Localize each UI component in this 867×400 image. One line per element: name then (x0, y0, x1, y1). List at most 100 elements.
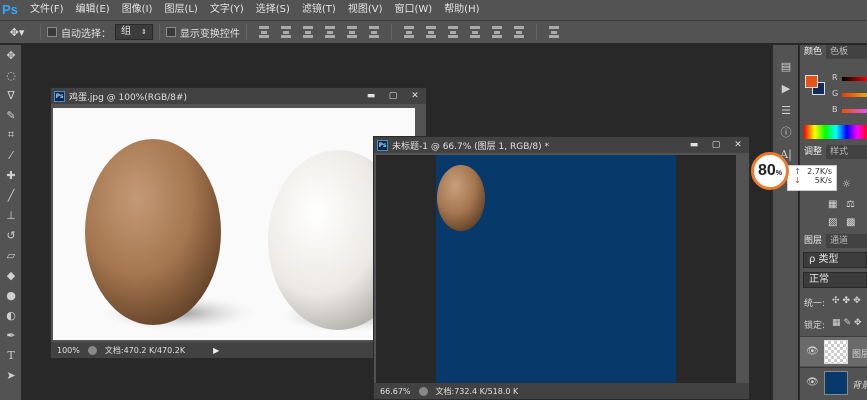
auto-select-checkbox[interactable] (47, 27, 57, 37)
unify-icons[interactable]: ✣✤✥ (832, 296, 864, 306)
channel-b-slider[interactable] (842, 109, 867, 113)
close-icon[interactable]: ✕ (727, 138, 749, 152)
align-bottom-icon[interactable] (301, 25, 315, 39)
menu-filter[interactable]: 滤镜(T) (296, 0, 342, 20)
align-left-icon[interactable] (323, 25, 337, 39)
move-tool-preset-icon[interactable]: ✥▾ (0, 26, 34, 39)
lasso-tool-icon[interactable]: ᐁ (0, 85, 22, 105)
crop-tool-icon[interactable]: ⌗ (0, 125, 22, 145)
quick-select-tool-icon[interactable]: ✎ (0, 105, 22, 125)
status-info-icon[interactable] (87, 345, 97, 355)
document-titlebar[interactable]: Ps 鸡蛋.jpg @ 100%(RGB/8#) ▬ ▢ ✕ (51, 88, 426, 104)
info-panel-icon[interactable]: ⓘ (773, 121, 799, 143)
align-top-icon[interactable] (257, 25, 271, 39)
menu-window[interactable]: 窗口(W) (388, 0, 438, 20)
document-titlebar[interactable]: Ps 未标题-1 @ 66.7% (图层 1, RGB/8) * ▬ ▢ ✕ (374, 137, 749, 153)
menu-layer[interactable]: 图层(L) (158, 0, 203, 20)
menu-view[interactable]: 视图(V) (342, 0, 389, 20)
minimize-icon[interactable]: ▬ (360, 89, 382, 103)
distribute-bottom-icon[interactable] (446, 25, 460, 39)
blend-mode-dropdown[interactable]: 正常 (803, 272, 867, 288)
close-icon[interactable]: ✕ (404, 89, 426, 103)
status-bar: 100% 文档:470.2 K/470.2K ▶ (51, 342, 426, 358)
distribute-top-icon[interactable] (402, 25, 416, 39)
auto-select-dropdown[interactable]: 组 ⇕ (115, 24, 153, 40)
document-window-eggs: Ps 鸡蛋.jpg @ 100%(RGB/8#) ▬ ▢ ✕ 100% 文档:4… (50, 87, 427, 359)
layer-row-2[interactable]: 👁 背景 (800, 367, 867, 397)
auto-align-icon[interactable] (547, 25, 561, 39)
tab-swatches[interactable]: 色板 (826, 45, 852, 59)
marquee-tool-icon[interactable]: ◌ (0, 65, 22, 85)
distribute-left-icon[interactable] (468, 25, 482, 39)
canvas-eggs[interactable] (53, 108, 415, 340)
menu-file[interactable]: 文件(F) (24, 0, 70, 20)
doc-size: 文档:732.4 K/518.0 K (435, 386, 519, 396)
color-spectrum-bar[interactable] (804, 125, 867, 139)
history-brush-tool-icon[interactable]: ↺ (0, 225, 22, 245)
paint-bucket-tool-icon[interactable]: ◆ (0, 265, 22, 285)
move-tool-icon[interactable]: ✥ (0, 45, 22, 65)
zoom-level[interactable]: 66.67% (380, 387, 411, 396)
dodge-tool-icon[interactable]: ◐ (0, 305, 22, 325)
distribute-vcenter-icon[interactable] (424, 25, 438, 39)
play-arrow-icon[interactable]: ▶ (213, 346, 219, 355)
menu-help[interactable]: 帮助(H) (438, 0, 485, 20)
canvas-blue[interactable] (436, 155, 676, 397)
memory-usage-badge: 80% (751, 152, 789, 190)
eyedropper-tool-icon[interactable]: ⁄ (0, 145, 22, 165)
healing-brush-tool-icon[interactable]: ✚ (0, 165, 22, 185)
layer-row-1[interactable]: 👁 图层 (800, 336, 867, 366)
maximize-icon[interactable]: ▢ (705, 138, 727, 152)
align-right-icon[interactable] (367, 25, 381, 39)
canvas-area (376, 155, 736, 397)
zoom-level[interactable]: 100% (57, 346, 80, 355)
align-hcenter-icon[interactable] (345, 25, 359, 39)
blur-tool-icon[interactable]: ● (0, 285, 22, 305)
pen-tool-icon[interactable]: ✒ (0, 325, 22, 345)
menu-image[interactable]: 图像(I) (116, 0, 159, 20)
tab-channels[interactable]: 通道 (826, 234, 852, 248)
visibility-eye-icon[interactable]: 👁 (806, 377, 819, 388)
channel-mixer-icon[interactable]: ▩ (846, 217, 855, 228)
brush-tool-icon[interactable]: ╱ (0, 185, 22, 205)
align-vcenter-icon[interactable] (279, 25, 293, 39)
brown-egg (85, 139, 221, 325)
properties-panel-icon[interactable]: ☰ (773, 99, 799, 121)
divider (245, 24, 247, 40)
network-speed-widget[interactable]: ↑ 2.7K/s ↓ 5K/s 80% (751, 150, 841, 192)
actions-panel-icon[interactable]: ▶ (773, 77, 799, 99)
path-select-tool-icon[interactable]: ➤ (0, 365, 22, 385)
visibility-eye-icon[interactable]: 👁 (806, 346, 819, 357)
maximize-icon[interactable]: ▢ (382, 89, 404, 103)
menu-type[interactable]: 文字(Y) (204, 0, 250, 20)
distribute-right-icon[interactable] (512, 25, 526, 39)
layer-name[interactable]: 图层 (852, 347, 867, 360)
status-info-icon[interactable] (418, 386, 428, 396)
document-title: 鸡蛋.jpg @ 100%(RGB/8#) (69, 92, 187, 103)
photo-filter-icon[interactable]: ▨ (828, 217, 837, 228)
menu-select[interactable]: 选择(S) (250, 0, 296, 20)
show-transform-checkbox[interactable] (165, 27, 176, 37)
minimize-icon[interactable]: ▬ (683, 138, 705, 152)
layer-thumbnail-transparent (824, 340, 848, 364)
placed-egg[interactable] (434, 163, 494, 243)
distribute-hcenter-icon[interactable] (490, 25, 504, 39)
history-panel-icon[interactable]: ▤ (773, 55, 799, 77)
channel-g-slider[interactable] (842, 93, 867, 97)
layer-name[interactable]: 背景 (852, 378, 867, 391)
tab-layers[interactable]: 图层 (800, 234, 827, 248)
curves-icon[interactable]: ☼ (842, 179, 851, 190)
menu-edit[interactable]: 编辑(E) (70, 0, 116, 20)
stamp-tool-icon[interactable]: ⊥ (0, 205, 22, 225)
balance-icon[interactable]: ⚖ (846, 199, 855, 210)
percent-unit: % (775, 170, 783, 177)
speed-box: ↑ 2.7K/s ↓ 5K/s (787, 165, 837, 191)
layer-kind-filter[interactable]: ρ 类型 (803, 252, 867, 268)
levels-icon[interactable]: ▦ (828, 199, 837, 210)
eraser-tool-icon[interactable]: ▱ (0, 245, 22, 265)
lock-icons[interactable]: ▦✎✥ (832, 318, 865, 328)
tab-color[interactable]: 颜色 (800, 45, 827, 59)
channel-r-slider[interactable] (842, 77, 867, 81)
foreground-color-swatch[interactable] (805, 75, 818, 88)
type-tool-icon[interactable]: T (0, 345, 22, 365)
